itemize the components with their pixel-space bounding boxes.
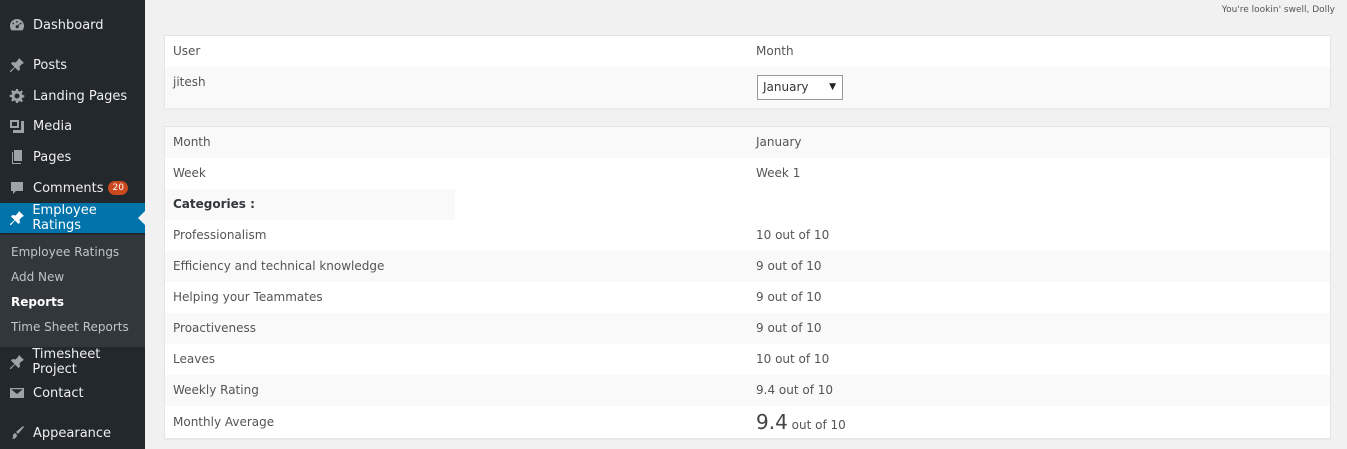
month-select[interactable]: January ▼ <box>757 75 843 100</box>
column-header-month: Month <box>756 44 794 58</box>
menu-item-appearance[interactable]: Appearance <box>0 418 145 448</box>
table-row: Efficiency and technical knowledge 9 out… <box>165 251 1330 282</box>
media-icon <box>8 117 26 135</box>
menu-label: Appearance <box>33 425 112 441</box>
dashboard-icon <box>8 16 26 34</box>
row-label: Leaves <box>173 352 215 366</box>
submenu-employee-ratings[interactable]: Employee Ratings <box>11 245 119 259</box>
submenu-time-sheet-reports[interactable]: Time Sheet Reports <box>11 320 129 334</box>
menu-label: Media <box>33 118 73 134</box>
user-value: jitesh <box>173 75 206 89</box>
gear-icon <box>8 87 26 105</box>
filter-table: User Month jitesh January ▼ <box>164 35 1331 108</box>
row-label: Helping your Teammates <box>173 290 323 304</box>
row-label: Monthly Average <box>173 415 275 429</box>
row-label: Professionalism <box>173 228 267 242</box>
column-header-user: User <box>173 44 201 58</box>
menu-item-media[interactable]: Media <box>0 111 145 141</box>
report-table: Month January Week Week 1 Categories : P… <box>164 126 1331 439</box>
row-label: Week <box>173 166 206 180</box>
monthly-average-suffix: out of 10 <box>791 418 846 432</box>
monthly-average-number: 9.4 <box>756 410 788 434</box>
brush-icon <box>8 424 26 442</box>
pin-icon <box>8 209 25 227</box>
row-value: Week 1 <box>756 166 801 180</box>
pin-icon <box>8 56 26 74</box>
categories-heading: Categories : <box>173 197 255 211</box>
comment-count-badge: 20 <box>108 181 128 195</box>
table-header-row: User Month <box>165 36 1330 67</box>
dropdown-arrow-icon: ▼ <box>829 82 836 92</box>
menu-item-landing-pages[interactable]: Landing Pages <box>0 81 145 111</box>
menu-item-dashboard[interactable]: Dashboard <box>0 10 145 40</box>
admin-sidebar: Dashboard Posts Landing Pages Media Page… <box>0 0 145 449</box>
submenu-add-new[interactable]: Add New <box>11 270 64 284</box>
menu-label: Landing Pages <box>33 88 128 104</box>
row-value: 10 out of 10 <box>756 352 830 366</box>
submenu-reports[interactable]: Reports <box>11 295 64 309</box>
row-value: January <box>756 135 802 149</box>
menu-item-posts[interactable]: Posts <box>0 50 145 80</box>
monthly-average-row: Monthly Average 9.4 out of 10 <box>165 406 1330 439</box>
categories-row: Categories : <box>165 189 1330 220</box>
menu-label: Contact <box>33 385 84 401</box>
row-label: Efficiency and technical knowledge <box>173 259 385 273</box>
menu-label: Comments <box>33 180 104 196</box>
row-label: Proactiveness <box>173 321 257 335</box>
row-value: 10 out of 10 <box>756 228 830 242</box>
table-row: Professionalism 10 out of 10 <box>165 220 1330 251</box>
menu-item-employee-ratings[interactable]: Employee Ratings <box>0 203 145 233</box>
row-label: Month <box>173 135 211 149</box>
menu-item-timesheet-project[interactable]: Timesheet Project <box>0 347 145 377</box>
menu-item-contact[interactable]: Contact <box>0 378 145 408</box>
mail-icon <box>8 384 26 402</box>
row-value: 9 out of 10 <box>756 290 822 304</box>
row-label: Weekly Rating <box>173 383 259 397</box>
menu-item-comments[interactable]: Comments 20 <box>0 173 145 203</box>
hello-dolly-text: You're lookin' swell, Dolly <box>1221 5 1335 15</box>
pin-icon <box>8 353 25 371</box>
menu-item-pages[interactable]: Pages <box>0 142 145 172</box>
comment-icon <box>8 179 26 197</box>
employee-ratings-submenu: Employee Ratings Add New Reports Time Sh… <box>0 235 145 347</box>
row-value: 9 out of 10 <box>756 321 822 335</box>
table-row: Weekly Rating 9.4 out of 10 <box>165 375 1330 406</box>
month-select-value: January <box>763 80 809 94</box>
menu-label: Timesheet Project <box>32 347 101 377</box>
table-row: Helping your Teammates 9 out of 10 <box>165 282 1330 313</box>
table-row: Leaves 10 out of 10 <box>165 344 1330 375</box>
row-value: 9 out of 10 <box>756 259 822 273</box>
monthly-average-value: 9.4 out of 10 <box>756 406 846 439</box>
menu-label: Pages <box>33 149 72 165</box>
menu-label: Employee Ratings <box>32 203 97 233</box>
menu-label: Dashboard <box>33 17 104 33</box>
row-value: 9.4 out of 10 <box>756 383 834 397</box>
table-row: Proactiveness 9 out of 10 <box>165 313 1330 344</box>
pages-icon <box>8 148 26 166</box>
table-row: jitesh January ▼ <box>165 67 1330 108</box>
menu-label: Posts <box>33 57 67 73</box>
table-row: Week Week 1 <box>165 158 1330 189</box>
table-row: Month January <box>165 127 1330 158</box>
